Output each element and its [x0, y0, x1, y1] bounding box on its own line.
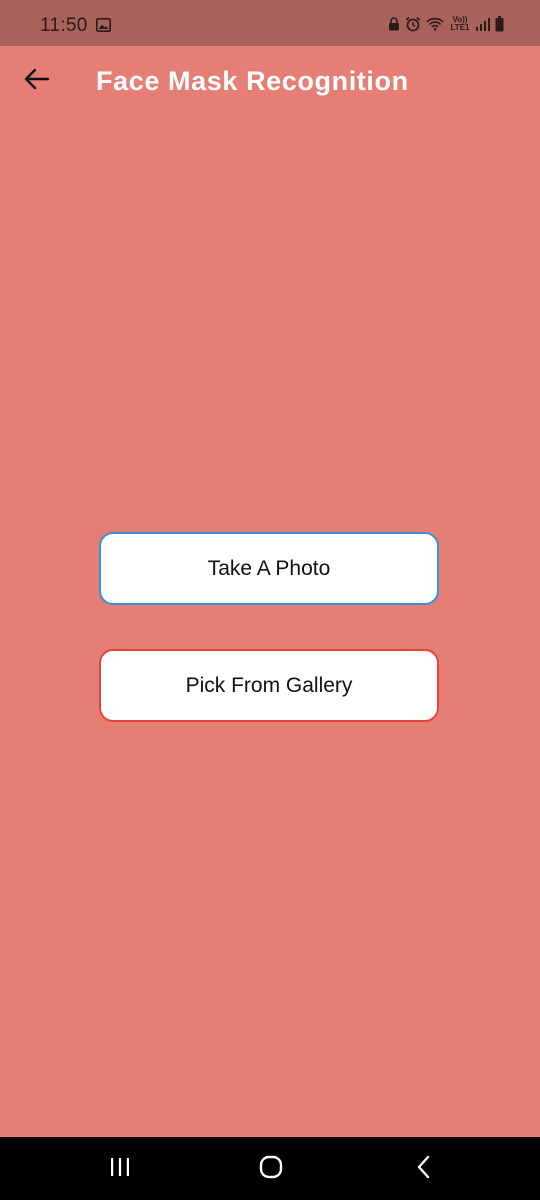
wifi-icon: [426, 17, 444, 31]
home-icon: [258, 1155, 284, 1184]
arrow-back-icon: [24, 68, 50, 95]
take-photo-button[interactable]: Take A Photo: [99, 532, 439, 605]
back-button[interactable]: [18, 62, 56, 100]
signal-icon: [476, 17, 490, 31]
status-icons: Vo)) LTE1: [388, 14, 504, 34]
status-time: 11:50: [40, 15, 88, 36]
recent-apps-button[interactable]: [100, 1153, 140, 1185]
home-button[interactable]: [251, 1153, 291, 1185]
alarm-icon: [405, 16, 421, 32]
app-bar: Face Mask Recognition: [0, 46, 540, 118]
status-bar: 11:50 Vo)) LTE1: [0, 0, 540, 46]
page-title: Face Mask Recognition: [96, 66, 409, 96]
recent-apps-icon: [108, 1156, 132, 1183]
battery-icon: [495, 16, 504, 32]
volte-lte-icon: Vo)) LTE1: [450, 15, 470, 32]
gallery-icon: [96, 18, 111, 32]
pick-from-gallery-button[interactable]: Pick From Gallery: [99, 649, 439, 722]
navigation-bar: [0, 1137, 540, 1200]
back-chevron-icon: [415, 1155, 433, 1184]
lock-icon: [388, 17, 400, 31]
system-back-button[interactable]: [404, 1153, 444, 1185]
